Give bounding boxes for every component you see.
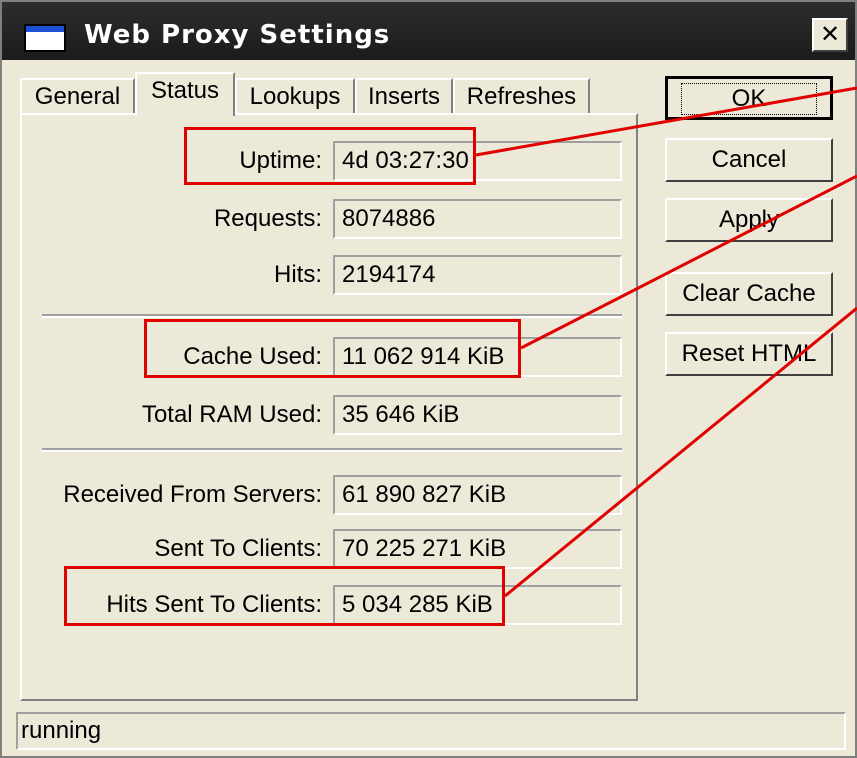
sent-to-clients-label: Sent To Clients: <box>154 535 322 562</box>
highlight-box-cache-used <box>144 319 521 378</box>
received-from-servers-label: Received From Servers: <box>63 481 322 508</box>
hits-label: Hits: <box>274 261 322 288</box>
sent-to-clients-row: Sent To Clients: 70 225 271 KiB <box>22 529 640 569</box>
separator <box>42 314 622 318</box>
cancel-button[interactable]: Cancel <box>665 138 833 182</box>
ok-button-label: OK <box>680 83 818 115</box>
received-from-servers-field: 61 890 827 KiB <box>333 475 622 515</box>
requests-row: Requests: 8074886 <box>22 199 640 239</box>
close-button[interactable]: ✕ <box>812 18 848 52</box>
total-ram-used-label: Total RAM Used: <box>141 401 322 428</box>
hits-field: 2194174 <box>333 255 622 295</box>
apply-button[interactable]: Apply <box>665 198 833 242</box>
separator <box>42 448 622 452</box>
tab-status[interactable]: Status <box>135 72 235 116</box>
ok-button[interactable]: OK <box>665 76 833 120</box>
tab-refreshes[interactable]: Refreshes <box>453 78 590 114</box>
window-icon <box>24 24 66 52</box>
sent-to-clients-field: 70 225 271 KiB <box>333 529 622 569</box>
tab-lookups[interactable]: Lookups <box>235 78 355 114</box>
highlight-box-hits-sent-to-clients <box>64 566 505 626</box>
clear-cache-button[interactable]: Clear Cache <box>665 272 833 316</box>
reset-html-button[interactable]: Reset HTML <box>665 332 833 376</box>
status-bar: running <box>16 712 846 750</box>
highlight-box-uptime <box>184 127 476 185</box>
total-ram-used-row: Total RAM Used: 35 646 KiB <box>22 395 640 435</box>
total-ram-used-field: 35 646 KiB <box>333 395 622 435</box>
window-title: Web Proxy Settings <box>84 20 391 50</box>
received-from-servers-row: Received From Servers: 61 890 827 KiB <box>22 475 640 515</box>
tab-inserts[interactable]: Inserts <box>355 78 453 114</box>
title-bar[interactable]: Web Proxy Settings ✕ <box>2 2 855 60</box>
web-proxy-settings-window: Web Proxy Settings ✕ General Status Look… <box>0 0 857 758</box>
hits-row: Hits: 2194174 <box>22 255 640 295</box>
tab-general[interactable]: General <box>20 78 135 114</box>
requests-label: Requests: <box>213 205 322 232</box>
requests-field: 8074886 <box>333 199 622 239</box>
